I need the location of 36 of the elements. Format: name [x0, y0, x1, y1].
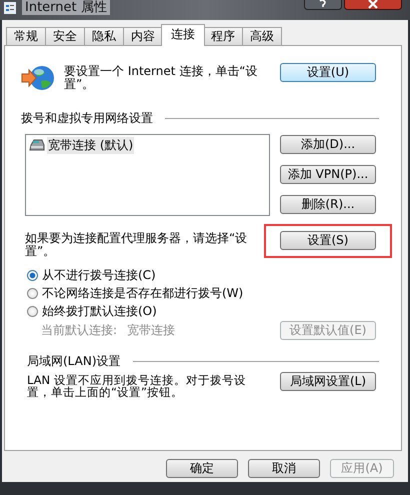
tab[interactable]: 程序 [203, 27, 243, 45]
list-item[interactable]: 宽带连接 (默认) [47, 137, 134, 154]
ok-button[interactable]: 确定 [166, 459, 238, 478]
proxy-settings-button[interactable]: 设置(S) [280, 231, 376, 250]
lan-settings-button[interactable]: 局域网设置(L) [280, 372, 376, 391]
tab[interactable]: 隐私 [84, 27, 124, 45]
tab[interactable]: 内容 [123, 27, 163, 45]
setup-description: 要设置一个 Internet 连接，单击“设置”。 [64, 65, 258, 91]
add-vpn-button[interactable]: 添加 VPN(P)... [280, 165, 376, 184]
radio-label: 从不进行拨号连接(C) [42, 266, 156, 284]
window-title: Internet 属性 [22, 0, 110, 15]
tab[interactable]: 常规 [6, 27, 46, 45]
window-icon [4, 2, 16, 14]
radio-button[interactable] [27, 288, 38, 298]
tab[interactable]: 连接 [161, 24, 205, 46]
add-button[interactable]: 添加(D)... [280, 135, 376, 154]
radio-button[interactable] [27, 306, 38, 316]
section-heading: 局域网(LAN)设置 [27, 352, 121, 370]
cancel-button[interactable]: 取消 [248, 459, 320, 478]
radio-button[interactable] [27, 270, 38, 280]
proxy-description: 如果要为连接配置代理服务器，请选择“设置”。 [25, 232, 248, 258]
current-default-label: 当前默认连接: [41, 322, 118, 338]
globe-icon [21, 63, 55, 93]
lan-description: LAN 设置不应用到拨号连接。对于拨号设置，单击上面的“设置”按钮。 [27, 374, 247, 398]
radio-label: 不论网络连接是否存在都进行拨号(W) [42, 284, 244, 302]
remove-button[interactable]: 删除(R)... [280, 195, 376, 214]
section-heading: 拨号和虚拟专用网络设置 [21, 110, 153, 126]
radio-label: 始终拨打默认连接(O) [42, 302, 157, 320]
connection-list[interactable]: 宽带连接 (默认) [25, 134, 270, 216]
tab[interactable]: 安全 [45, 27, 85, 45]
setup-button[interactable]: 设置(U) [280, 63, 376, 82]
current-default-value: 宽带连接 [127, 322, 176, 338]
modem-icon [29, 139, 45, 152]
tab[interactable]: 高级 [242, 27, 282, 45]
close-icon[interactable] [344, 0, 402, 10]
help-icon[interactable] [304, 0, 342, 10]
